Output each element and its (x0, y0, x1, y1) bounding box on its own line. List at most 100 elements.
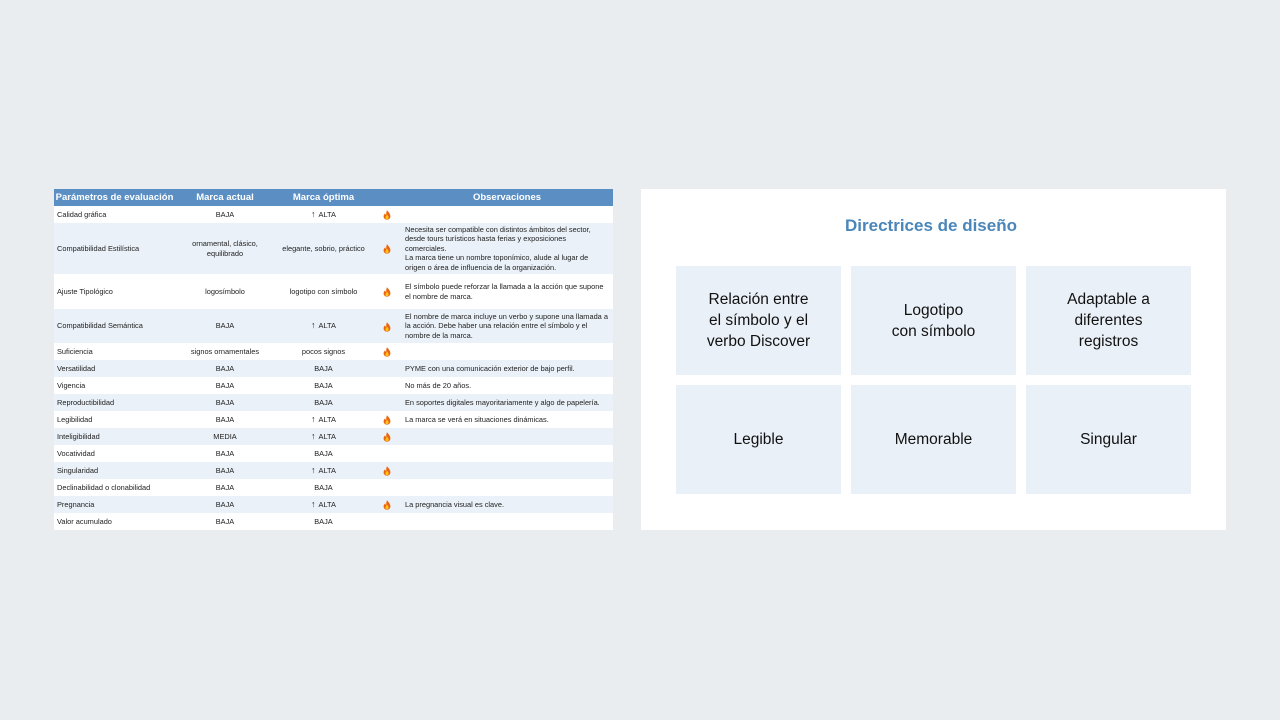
cell-observations: No más de 20 años. (401, 377, 613, 394)
cell-current-brand: BAJA (175, 411, 275, 428)
cell-priority (372, 360, 401, 377)
cell-current-brand: BAJA (175, 496, 275, 513)
up-arrow-icon: ↑ (311, 430, 316, 441)
optimal-value: BAJA (314, 448, 333, 458)
optimal-value: ALTA (318, 321, 336, 331)
table-row: Calidad gráfica BAJA ↑ ALTA (54, 206, 613, 223)
cell-observations (401, 462, 613, 479)
header-spacer (372, 189, 401, 206)
cell-current-brand: MEDIA (175, 428, 275, 445)
cell-priority (372, 479, 401, 496)
cell-optimal-brand: ↑ ALTA (275, 206, 372, 223)
cell-observations (401, 479, 613, 496)
cell-parameter: Calidad gráfica (54, 206, 175, 223)
table-row: Singularidad BAJA ↑ ALTA (54, 462, 613, 479)
cell-optimal-brand: elegante, sobrio, práctico (275, 223, 372, 274)
cell-current-brand: BAJA (175, 206, 275, 223)
fire-icon (383, 415, 391, 425)
guideline-tile: Legible (676, 385, 841, 494)
cell-priority (372, 411, 401, 428)
optimal-value: ALTA (318, 465, 336, 475)
fire-icon (383, 244, 391, 254)
table-row: Declinabilidad o clonabilidad BAJA BAJA (54, 479, 613, 496)
header-current-brand: Marca actual (175, 189, 275, 206)
fire-icon (383, 347, 391, 357)
cell-priority (372, 223, 401, 274)
cell-parameter: Compatibilidad Semántica (54, 309, 175, 343)
cell-observations: En soportes digitales mayoritariamente y… (401, 394, 613, 411)
table-row: Inteligibilidad MEDIA ↑ ALTA (54, 428, 613, 445)
table-row: Versatilidad BAJA BAJA PYME con una comunic… (54, 360, 613, 377)
cell-optimal-brand: BAJA (275, 445, 372, 462)
cell-priority (372, 513, 401, 530)
guideline-tile: Adaptable a diferentes registros (1026, 266, 1191, 375)
cell-parameter: Compatibilidad Estilística (54, 223, 175, 274)
up-arrow-icon: ↑ (311, 413, 316, 424)
cell-priority (372, 274, 401, 309)
cell-parameter: Declinabilidad o clonabilidad (54, 479, 175, 496)
optimal-value: BAJA (314, 516, 333, 526)
cell-current-brand: BAJA (175, 479, 275, 496)
cell-parameter: Inteligibilidad (54, 428, 175, 445)
cell-parameter: Reproductibilidad (54, 394, 175, 411)
table-row: Vocatividad BAJA BAJA (54, 445, 613, 462)
cell-observations (401, 513, 613, 530)
optimal-value: BAJA (314, 363, 333, 373)
table-row: Reproductibilidad BAJA BAJA En soportes dig… (54, 394, 613, 411)
cell-priority (372, 428, 401, 445)
cell-parameter: Singularidad (54, 462, 175, 479)
cell-observations (401, 428, 613, 445)
table-row: Pregnancia BAJA ↑ ALTA La pregnancia visual … (54, 496, 613, 513)
cell-optimal-brand: ↑ ALTA (275, 411, 372, 428)
cell-current-brand: BAJA (175, 309, 275, 343)
optimal-value: ALTA (318, 499, 336, 509)
cell-current-brand: BAJA (175, 394, 275, 411)
cell-optimal-brand: ↑ ALTA (275, 496, 372, 513)
fire-icon (383, 210, 391, 220)
cell-parameter: Versatilidad (54, 360, 175, 377)
fire-icon (383, 500, 391, 510)
optimal-value: elegante, sobrio, práctico (282, 243, 365, 253)
cell-priority (372, 462, 401, 479)
cell-optimal-brand: pocos signos (275, 343, 372, 360)
cell-current-brand: signos ornamentales (175, 343, 275, 360)
optimal-value: BAJA (314, 482, 333, 492)
table-row: Vigencia BAJA BAJA No más de 20 años. (54, 377, 613, 394)
cell-observations (401, 206, 613, 223)
cell-observations (401, 343, 613, 360)
table-row: Legibilidad BAJA ↑ ALTA La marca se verá en … (54, 411, 613, 428)
cell-observations: PYME con una comunicación exterior de ba… (401, 360, 613, 377)
cell-current-brand: BAJA (175, 445, 275, 462)
cell-priority (372, 496, 401, 513)
fire-icon (383, 322, 391, 332)
cell-observations: Necesita ser compatible con distintos ám… (401, 223, 613, 274)
cell-observations (401, 445, 613, 462)
cell-priority (372, 343, 401, 360)
up-arrow-icon: ↑ (311, 208, 316, 219)
cell-optimal-brand: BAJA (275, 479, 372, 496)
cell-current-brand: ornamental, clásico, equilibrado (175, 223, 275, 274)
guideline-tile: Memorable (851, 385, 1016, 494)
table-row: Compatibilidad Semántica BAJA ↑ ALTA El nomb… (54, 309, 613, 343)
cell-parameter: Ajuste Tipológico (54, 274, 175, 309)
cell-parameter: Pregnancia (54, 496, 175, 513)
cell-current-brand: BAJA (175, 360, 275, 377)
fire-icon (383, 287, 391, 297)
optimal-value: ALTA (318, 414, 336, 424)
cell-optimal-brand: logotipo con símbolo (275, 274, 372, 309)
cell-optimal-brand: BAJA (275, 377, 372, 394)
guideline-tile: Logotipo con símbolo (851, 266, 1016, 375)
optimal-value: ALTA (318, 431, 336, 441)
table-row: Ajuste Tipológico logosímbolo logotipo con… (54, 274, 613, 309)
cell-current-brand: BAJA (175, 377, 275, 394)
table-row: Suficiencia signos ornamentales pocos sign… (54, 343, 613, 360)
cell-observations: El nombre de marca incluye un verbo y su… (401, 309, 613, 343)
cell-parameter: Suficiencia (54, 343, 175, 360)
header-parameters: Parámetros de evaluación (54, 189, 175, 206)
optimal-value: pocos signos (301, 346, 346, 356)
table-row: Valor acumulado BAJA BAJA (54, 513, 613, 530)
cell-priority (372, 309, 401, 343)
cell-parameter: Vigencia (54, 377, 175, 394)
cell-observations: El símbolo puede reforzar la llamada a l… (401, 274, 613, 309)
evaluation-table: Parámetros de evaluación Marca actual Ma… (54, 189, 613, 530)
